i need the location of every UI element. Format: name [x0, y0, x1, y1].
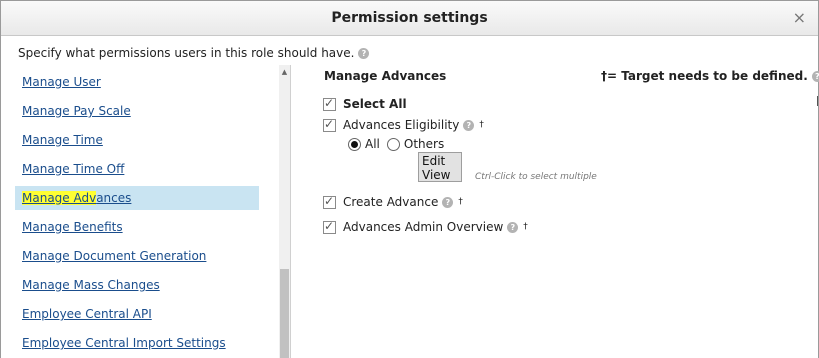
left-panel-scrollbar[interactable]: ▲	[279, 65, 290, 358]
section-title: Manage Advances	[324, 69, 447, 83]
advances-eligibility-checkbox[interactable]: ✓	[323, 116, 336, 132]
admin-overview-label: Advances Admin Overview	[343, 220, 504, 234]
target-note-label: †= Target needs to be defined.	[601, 69, 808, 83]
help-icon[interactable]: ?	[811, 71, 819, 82]
radio-all[interactable]	[348, 137, 361, 151]
nav-item-manage-time[interactable]: Manage Time	[15, 128, 259, 152]
checkmark-icon: ✓	[324, 218, 335, 233]
scrollbar-thumb[interactable]	[280, 269, 289, 358]
select-all-row: ✓ Select All	[323, 95, 407, 111]
help-icon[interactable]: ?	[507, 221, 519, 233]
help-icon[interactable]: ?	[463, 119, 475, 131]
target-note: †= Target needs to be defined.?	[601, 69, 819, 83]
target-dagger: †	[479, 120, 484, 130]
permission-category-list: Manage User Manage Pay Scale Manage Time…	[15, 65, 277, 358]
edit-view-listbox[interactable]: Edit View	[418, 152, 462, 182]
target-dagger: †	[458, 197, 463, 207]
target-scope-radios: All Others	[348, 137, 444, 151]
permission-settings-dialog: Permission settings × Specify what permi…	[0, 0, 819, 358]
admin-overview-row: ✓ Advances Admin Overview ? †	[323, 218, 528, 234]
create-advance-row: ✓ Create Advance ? †	[323, 193, 463, 209]
background-edge-mark	[811, 96, 818, 106]
help-icon[interactable]: ?	[358, 48, 370, 59]
admin-overview-checkbox[interactable]: ✓	[323, 218, 336, 234]
edit-option[interactable]: Edit	[422, 154, 458, 168]
nav-item-label-rest: ances	[96, 191, 132, 205]
nav-item-manage-advances[interactable]: Manage Advances	[15, 186, 259, 210]
intro-text: Specify what permissions users in this r…	[18, 46, 370, 60]
radio-others[interactable]	[386, 137, 400, 151]
nav-item-manage-pay-scale[interactable]: Manage Pay Scale	[15, 99, 259, 123]
nav-item-manage-mass-changes[interactable]: Manage Mass Changes	[15, 273, 259, 297]
nav-item-employee-central-api[interactable]: Employee Central API	[15, 302, 259, 326]
view-option[interactable]: View	[422, 168, 458, 182]
nav-item-manage-user[interactable]: Manage User	[15, 70, 259, 94]
nav-item-manage-benefits[interactable]: Manage Benefits	[15, 215, 259, 239]
nav-item-manage-time-off[interactable]: Manage Time Off	[15, 157, 259, 181]
target-dagger: †	[523, 222, 528, 232]
create-advance-checkbox[interactable]: ✓	[323, 193, 336, 209]
intro-label: Specify what permissions users in this r…	[18, 46, 355, 60]
select-all-label: Select All	[343, 97, 407, 111]
checkmark-icon: ✓	[324, 95, 335, 110]
help-icon[interactable]: ?	[442, 196, 454, 208]
radio-selected-dot	[351, 140, 358, 148]
dialog-title: Permission settings	[331, 10, 488, 26]
scroll-up-icon[interactable]: ▲	[279, 65, 290, 79]
radio-all-label: All	[365, 137, 380, 151]
permission-detail-panel: Manage Advances †= Target needs to be de…	[291, 65, 819, 358]
advances-eligibility-label: Advances Eligibility	[343, 118, 460, 132]
advances-eligibility-row: ✓ Advances Eligibility ? †	[323, 116, 484, 132]
checkmark-icon: ✓	[324, 116, 335, 131]
nav-item-manage-document-generation[interactable]: Manage Document Generation	[15, 244, 259, 268]
nav-item-employee-central-import-settings[interactable]: Employee Central Import Settings	[15, 331, 259, 355]
create-advance-label: Create Advance	[343, 195, 439, 209]
close-icon[interactable]: ×	[793, 10, 806, 26]
ctrl-click-hint: Ctrl-Click to select multiple	[475, 172, 597, 182]
radio-others-label: Others	[403, 137, 445, 151]
dialog-titlebar: Permission settings ×	[1, 1, 818, 36]
select-all-checkbox[interactable]: ✓	[323, 95, 336, 111]
checkmark-icon: ✓	[324, 193, 335, 208]
search-highlight: Manage Adv	[22, 191, 97, 205]
